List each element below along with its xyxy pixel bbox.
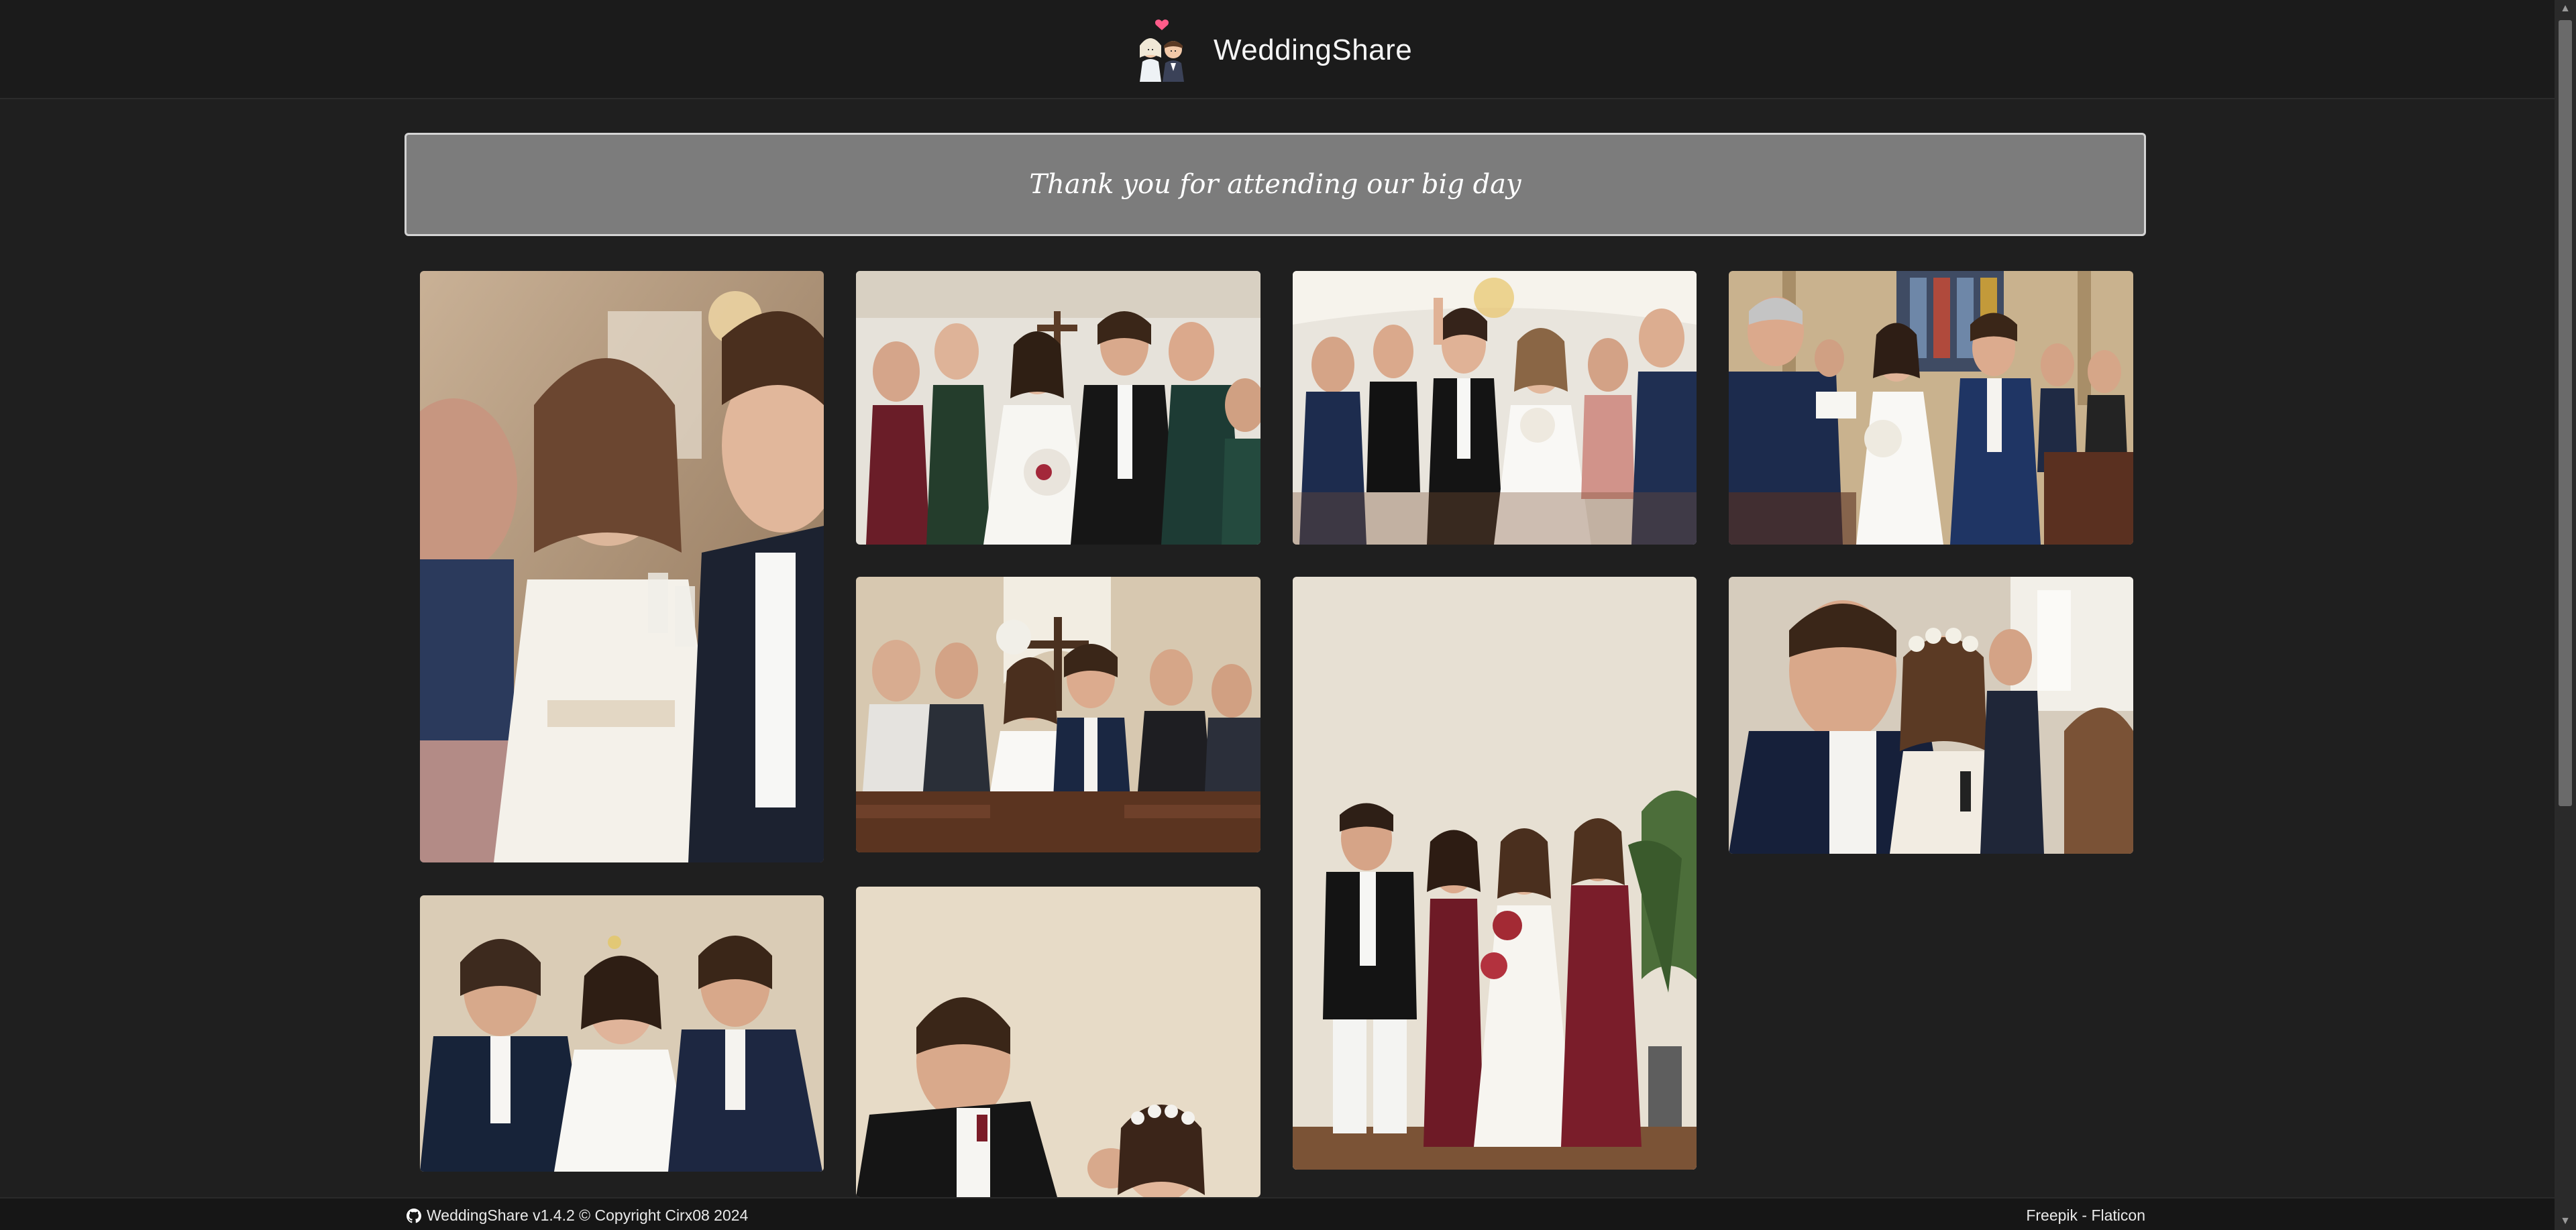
gallery-photo[interactable] (1293, 577, 1697, 1170)
app-title: WeddingShare (1214, 34, 1413, 66)
scroll-up-arrow-icon[interactable]: ▲ (2555, 0, 2576, 17)
gallery-photo[interactable] (856, 271, 1260, 545)
top-navbar: WeddingShare (0, 0, 2555, 99)
photo-image (856, 887, 1260, 1197)
attribution-link[interactable]: Freepik - Flaticon (2026, 1207, 2145, 1225)
footer: WeddingShare v1.4.2 © Copyright Cirx08 2… (0, 1197, 2555, 1230)
gallery-photo[interactable] (420, 271, 824, 862)
scrollbar-thumb[interactable] (2559, 20, 2572, 806)
photo-image (856, 271, 1260, 545)
gallery-photo[interactable] (856, 887, 1260, 1197)
gallery-photo[interactable] (1729, 271, 2133, 545)
photo-image (1293, 271, 1697, 545)
welcome-banner: Thank you for attending our big day (405, 133, 2146, 236)
banner-message: Thank you for attending our big day (1029, 169, 1521, 200)
photo-image (420, 895, 824, 1172)
brand-link[interactable]: WeddingShare (1130, 19, 1412, 82)
photo-image (1293, 577, 1697, 1170)
gallery-photo[interactable] (856, 577, 1260, 852)
footer-version-link[interactable]: WeddingShare v1.4.2 © Copyright Cirx08 2… (407, 1207, 748, 1225)
gallery-photo[interactable] (420, 895, 824, 1172)
photo-image (856, 577, 1260, 852)
github-icon (407, 1208, 421, 1223)
photo-image (420, 271, 824, 862)
scroll-down-arrow-icon[interactable]: ▼ (2555, 1213, 2576, 1230)
page: WeddingShare Thank you for attending our… (0, 0, 2576, 1230)
photo-image (1729, 271, 2133, 545)
bride-groom-heart-icon (1140, 19, 1184, 82)
vertical-scrollbar[interactable]: ▲ ▼ (2555, 0, 2576, 1230)
gallery-photo[interactable] (1293, 271, 1697, 545)
footer-version-text: WeddingShare v1.4.2 © Copyright Cirx08 2… (427, 1207, 749, 1224)
photo-image (1729, 577, 2133, 854)
gallery-photo[interactable] (1729, 577, 2133, 854)
